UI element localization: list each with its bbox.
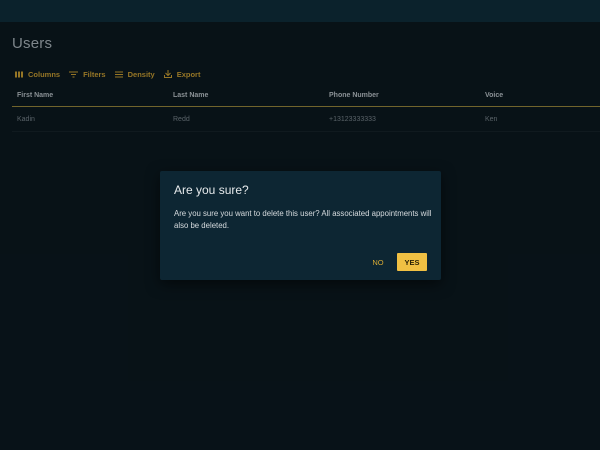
yes-button[interactable]: YES [397, 253, 427, 271]
no-button[interactable]: NO [366, 254, 390, 270]
dialog-message: Are you sure you want to delete this use… [174, 209, 432, 230]
dialog-title: Are you sure? [174, 183, 249, 197]
